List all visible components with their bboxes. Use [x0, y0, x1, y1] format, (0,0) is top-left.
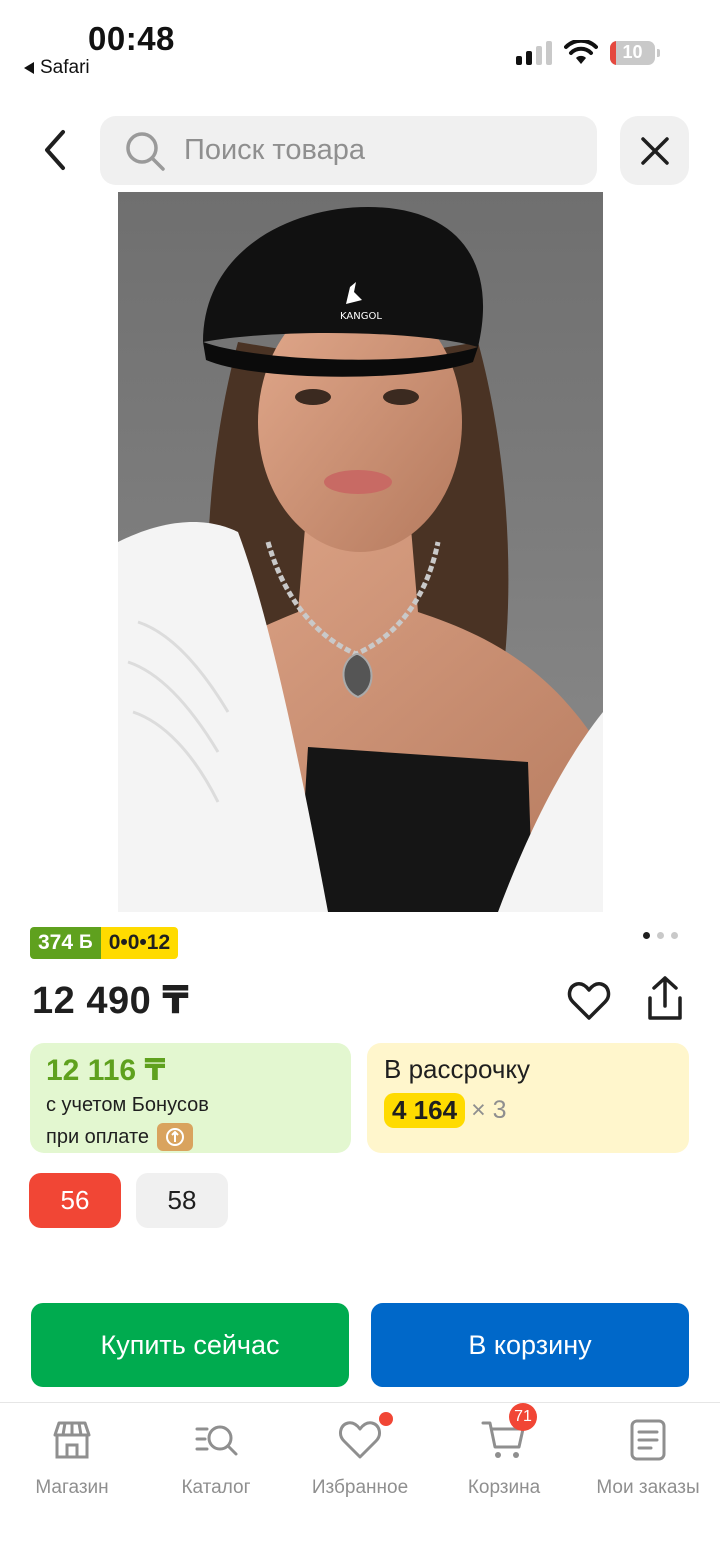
bonus-badge-value: 374 — [38, 931, 74, 954]
bonus-note-line1: с учетом Бонусов — [46, 1094, 209, 1116]
tab-cart[interactable]: 71 Корзина — [432, 1403, 576, 1513]
tab-favorites[interactable]: Избранное — [288, 1403, 432, 1513]
favorites-icon-wrap — [337, 1412, 393, 1463]
installment-badge: 0•0•12 — [100, 927, 179, 959]
wifi-icon — [564, 40, 598, 64]
installment-times: × 3 — [471, 1096, 507, 1124]
chevron-left-icon — [45, 130, 65, 170]
search-icon — [126, 131, 165, 171]
tab-label: Магазин — [35, 1477, 109, 1498]
back-to-safari[interactable]: Safari — [24, 57, 90, 79]
catalog-search-icon — [195, 1425, 238, 1456]
payment-method-icon — [157, 1123, 194, 1151]
pagination-dot[interactable] — [657, 932, 664, 939]
search-input[interactable] — [184, 134, 564, 167]
bonus-note-line2-text: при оплате — [46, 1125, 150, 1148]
cart-icon-wrap: 71 — [481, 1403, 537, 1463]
installment-card[interactable]: В рассрочку 4 164 × 3 — [367, 1043, 689, 1153]
battery-level: 10 — [622, 42, 643, 62]
pagination-dot[interactable] — [643, 932, 650, 939]
buy-now-button[interactable]: Купить сейчас — [31, 1303, 349, 1387]
product-photo-illustration: KANGOL — [118, 192, 603, 912]
product-image[interactable]: KANGOL — [118, 192, 603, 912]
bonus-note-line2: при оплате — [46, 1123, 335, 1151]
status-time: 00:48 — [88, 20, 175, 57]
pagination-dot[interactable] — [671, 932, 678, 939]
add-to-favorites-button[interactable] — [566, 978, 612, 1024]
heart-icon — [567, 982, 611, 1020]
close-icon — [640, 136, 669, 165]
size-option[interactable]: 58 — [136, 1173, 228, 1228]
orders-icon — [630, 1419, 666, 1461]
tab-label: Корзина — [467, 1477, 541, 1498]
installment-label: В рассрочку — [384, 1054, 531, 1084]
bonus-symbol: Б — [79, 932, 93, 953]
tab-orders[interactable]: Мои заказы — [576, 1403, 720, 1513]
tab-catalog[interactable]: Каталог — [144, 1403, 288, 1513]
installment-amount: 4 164 — [384, 1093, 466, 1128]
battery-icon: 10 — [610, 41, 660, 65]
bonus-price-card[interactable]: 12 116 ₸ с учетом Бонусов при оплате — [30, 1043, 351, 1153]
back-button[interactable] — [30, 124, 80, 176]
product-price: 12 490 ₸ — [32, 980, 190, 1022]
tab-shop[interactable]: Магазин — [0, 1403, 144, 1513]
notification-dot — [379, 1412, 393, 1426]
signal-icon — [516, 41, 552, 65]
bonus-badge: 374 Б — [30, 927, 101, 959]
size-option-selected[interactable]: 56 — [29, 1173, 121, 1228]
heart-icon — [339, 1421, 381, 1459]
gallery-pagination[interactable] — [643, 932, 678, 939]
cart-count-badge: 71 — [509, 1403, 537, 1431]
share-button[interactable] — [642, 974, 688, 1024]
add-to-cart-button[interactable]: В корзину — [371, 1303, 689, 1387]
status-bar: 00:48 Safari 10 — [0, 0, 720, 90]
promo-badges: 374 Б 0•0•12 — [30, 927, 179, 959]
close-button[interactable] — [620, 116, 689, 185]
tab-label: Избранное — [311, 1477, 409, 1498]
tab-label: Мои заказы — [596, 1477, 700, 1498]
bottom-tab-bar: Магазин Каталог Избранное 71 Корзина Мои… — [0, 1402, 720, 1561]
share-icon — [648, 976, 682, 1020]
shop-icon — [53, 1421, 91, 1459]
back-app-label: Safari — [40, 57, 90, 78]
beret-logo-text: KANGOL — [340, 311, 382, 322]
tab-label: Каталог — [181, 1477, 251, 1498]
bonus-price: 12 116 ₸ — [46, 1054, 166, 1087]
search-bar[interactable] — [100, 116, 597, 185]
back-triangle-icon — [24, 62, 34, 74]
